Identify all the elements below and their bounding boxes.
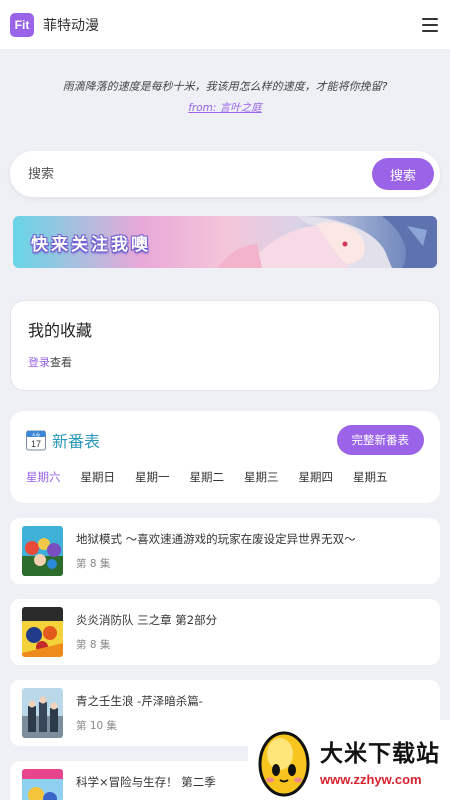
quote-text: 雨滴降落的速度是每秒十米，我该用怎么样的速度，才能将你挽留? bbox=[62, 80, 388, 93]
app-logo[interactable]: Fit bbox=[10, 12, 34, 37]
day-tab[interactable]: 星期二 bbox=[190, 469, 225, 485]
anime-episode: 第 8 集 bbox=[76, 639, 111, 651]
login-suffix: 查看 bbox=[50, 356, 72, 369]
site-watermark: 大米下载站 www.zzhyw.com bbox=[248, 720, 450, 800]
anime-info: 炎炎消防队 三之章 第2部分第 8 集 bbox=[76, 612, 217, 652]
anime-cover-image bbox=[22, 526, 63, 576]
anime-episode: 第 8 集 bbox=[76, 558, 111, 570]
anime-cover-image bbox=[22, 607, 63, 657]
search-bar: 搜索 bbox=[10, 151, 440, 197]
anime-title: 地狱模式 ～喜欢速通游戏的玩家在废设定异世界无双～ bbox=[76, 532, 356, 546]
weekday-tabs: 星期六 星期日 星期一 星期二 星期三 星期四 星期五 bbox=[26, 469, 424, 485]
anime-title: 炎炎消防队 三之章 第2部分 bbox=[76, 613, 218, 627]
anime-info: 科学×冒险与生存！ 第二季第 17 集 bbox=[76, 774, 216, 800]
anime-list-item[interactable]: 地狱模式 ～喜欢速通游戏的玩家在废设定异世界无双～ 第 8 集 bbox=[10, 518, 440, 584]
day-tab[interactable]: 星期五 bbox=[353, 469, 388, 485]
app-title: 菲特动漫 bbox=[43, 17, 99, 34]
quote-block: 雨滴降落的速度是每秒十米，我该用怎么样的速度，才能将你挽留? from: 言叶之… bbox=[0, 78, 450, 115]
anime-info: 青之壬生浪 -芹泽暗杀篇- 第 10 集 bbox=[76, 693, 203, 733]
anime-cover-image bbox=[22, 688, 63, 738]
app-header: Fit 菲特动漫 bbox=[0, 0, 450, 50]
anime-title: 科学×冒险与生存！ 第二季 bbox=[76, 775, 216, 789]
login-link[interactable]: 登录 bbox=[28, 356, 50, 369]
day-tab[interactable]: 星期四 bbox=[299, 469, 334, 485]
day-tab[interactable]: 星期六 bbox=[26, 469, 61, 485]
anime-title: 青之壬生浪 -芹泽暗杀篇- bbox=[76, 694, 203, 708]
watermark-text: 大米下载站 www.zzhyw.com bbox=[320, 734, 440, 787]
egg-mascot-logo bbox=[258, 731, 310, 797]
day-tab[interactable]: 星期日 bbox=[81, 469, 116, 485]
anime-list-item[interactable]: 炎炎消防队 三之章 第2部分第 8 集 bbox=[10, 599, 440, 665]
anime-cover-image bbox=[22, 769, 63, 800]
full-schedule-button[interactable]: 完整新番表 bbox=[336, 425, 424, 455]
schedule-title: 新番表 bbox=[52, 432, 101, 451]
search-input[interactable] bbox=[28, 166, 372, 182]
favorites-login-prompt: 登录查看 bbox=[28, 354, 422, 370]
calendar-icon: July 17 bbox=[26, 430, 46, 451]
quote-source-link[interactable]: from: 言叶之庭 bbox=[188, 100, 262, 115]
search-button[interactable]: 搜索 bbox=[372, 158, 434, 190]
banner-text: 快来关注我噢 bbox=[31, 235, 151, 255]
day-tab[interactable]: 星期三 bbox=[244, 469, 279, 485]
anime-info: 地狱模式 ～喜欢速通游戏的玩家在废设定异世界无双～ 第 8 集 bbox=[76, 531, 356, 571]
day-tab[interactable]: 星期一 bbox=[135, 469, 170, 485]
watermark-title: 大米下载站 bbox=[320, 740, 440, 767]
favorites-title: 我的收藏 bbox=[28, 321, 93, 340]
calendar-day: 17 bbox=[31, 439, 41, 449]
calendar-month: July bbox=[32, 432, 41, 437]
schedule-header: July 17 新番表 完整新番表 bbox=[26, 425, 424, 455]
hamburger-menu-icon[interactable] bbox=[422, 17, 438, 32]
anime-episode: 第 10 集 bbox=[76, 720, 118, 732]
schedule-card: July 17 新番表 完整新番表 星期六 星期日 星期一 星期二 星期三 星期四 星期五 bbox=[10, 411, 440, 503]
favorites-card: 我的收藏 登录查看 bbox=[10, 300, 440, 391]
watermark-url: www.zzhyw.com bbox=[320, 771, 422, 787]
promo-banner[interactable]: 快来关注我噢 bbox=[13, 216, 437, 268]
banner-anime-art bbox=[217, 216, 437, 268]
